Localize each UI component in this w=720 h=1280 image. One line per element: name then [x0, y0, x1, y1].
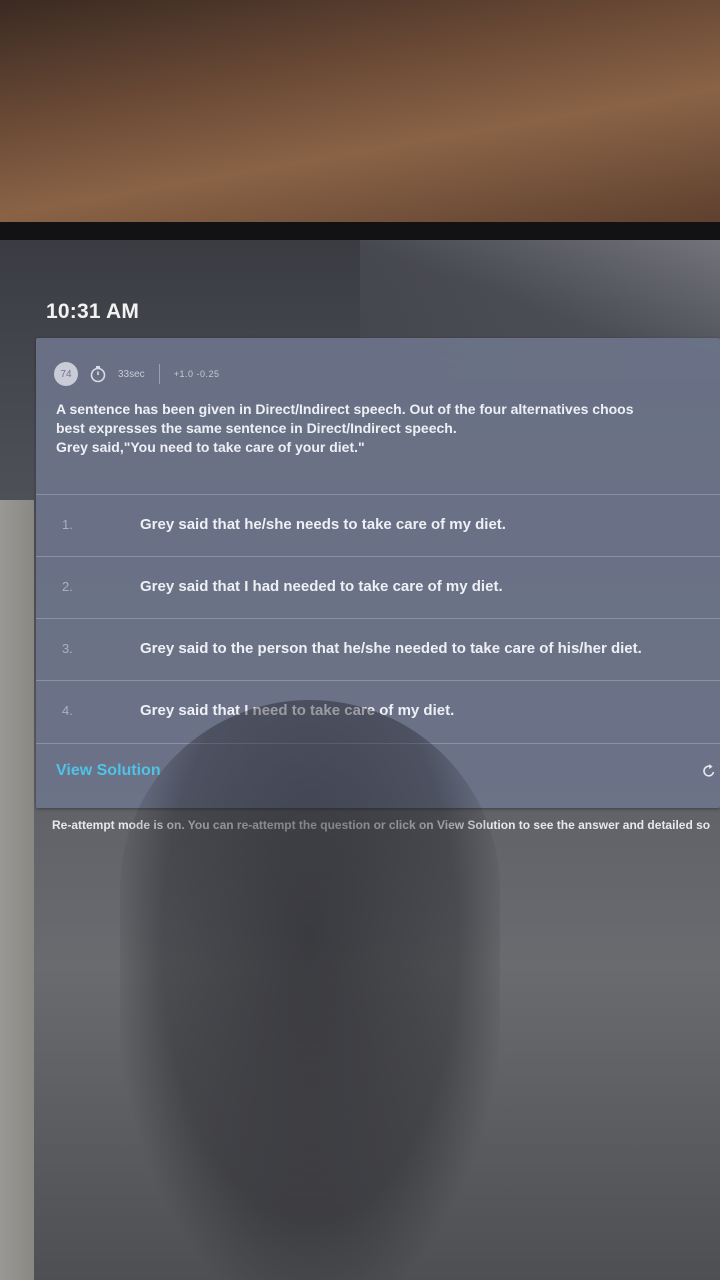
meta-divider	[158, 364, 160, 384]
device-screen: 10:31 AM 74 33sec +1.0 -0.25 A sentence …	[0, 240, 720, 1280]
option-number: 1.	[62, 517, 73, 532]
option-4[interactable]: 4. Grey said that I need to take care of…	[36, 680, 720, 744]
option-text: Grey said that I need to take care of my…	[140, 702, 455, 719]
option-3[interactable]: 3. Grey said to the person that he/she n…	[36, 618, 720, 681]
stopwatch-icon	[88, 364, 108, 384]
question-number-badge: 74	[54, 362, 78, 386]
option-text: Grey said to the person that he/she need…	[140, 640, 642, 657]
option-number: 2.	[62, 579, 73, 594]
screen-edge	[0, 500, 34, 1280]
marks-info: +1.0 -0.25	[173, 369, 220, 379]
reattempt-note: Re-attempt mode is on. You can re-attemp…	[52, 818, 711, 832]
option-text: Grey said that I had needed to take care…	[140, 578, 503, 595]
refresh-icon[interactable]	[700, 762, 718, 780]
time-spent: 33sec	[118, 368, 145, 380]
question-instruction-line1: A sentence has been given in Direct/Indi…	[56, 401, 634, 417]
question-text: A sentence has been given in Direct/Indi…	[56, 400, 720, 457]
view-solution-link[interactable]: View Solution	[56, 762, 161, 780]
option-number: 3.	[62, 641, 73, 656]
option-2[interactable]: 2. Grey said that I had needed to take c…	[36, 556, 720, 619]
question-instruction-line2: best expresses the same sentence in Dire…	[56, 420, 457, 436]
status-time: 10:31 AM	[46, 300, 140, 323]
question-meta: 74 33sec +1.0 -0.25	[54, 362, 219, 386]
option-text: Grey said that he/she needs to take care…	[140, 516, 506, 533]
option-number: 4.	[62, 703, 73, 718]
background-desk	[0, 0, 720, 232]
option-1[interactable]: 1. Grey said that he/she needs to take c…	[36, 494, 720, 557]
question-card: 74 33sec +1.0 -0.25 A sentence has been …	[36, 338, 720, 808]
question-sentence: Grey said,"You need to take care of your…	[56, 439, 365, 455]
